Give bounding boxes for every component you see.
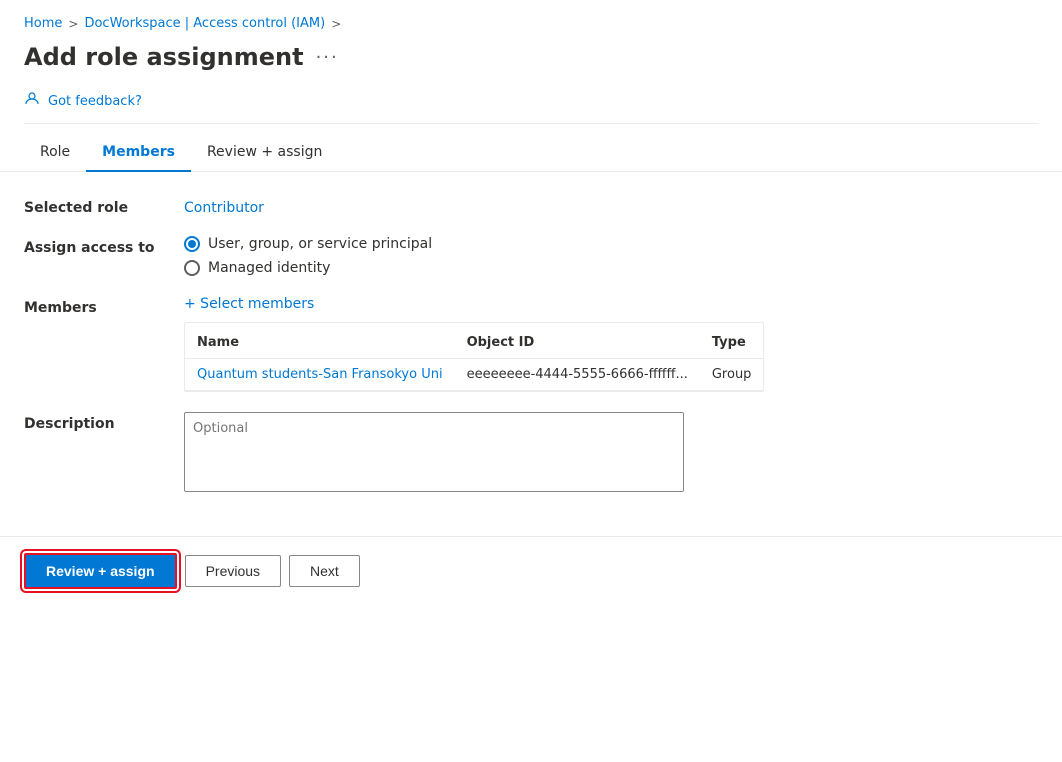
members-table: Name Object ID Type Quantum students-San… [185, 327, 763, 391]
tab-members[interactable]: Members [86, 136, 191, 172]
selected-role-row: Selected role Contributor [24, 196, 1038, 216]
selected-role-value: Contributor [184, 196, 264, 216]
breadcrumb-workspace[interactable]: DocWorkspace | Access control (IAM) [84, 16, 325, 31]
selected-role-label: Selected role [24, 196, 184, 216]
member-object-id: eeeeeeee-4444-5555-6666-ffffff... [455, 359, 700, 391]
tabs-bar: Role Members Review + assign [0, 124, 1062, 172]
feedback-bar[interactable]: Got feedback? [0, 83, 1062, 123]
feedback-icon [24, 91, 40, 111]
radio-text-user: User, group, or service principal [208, 236, 432, 252]
col-header-object-id: Object ID [455, 327, 700, 359]
assign-access-label: Assign access to [24, 236, 184, 256]
table-row: Quantum students-San Fransokyo Uni eeeee… [185, 359, 763, 391]
radio-managed-identity[interactable]: Managed identity [184, 260, 432, 276]
radio-group: User, group, or service principal Manage… [184, 236, 432, 276]
radio-circle-user [184, 236, 200, 252]
page-title: Add role assignment [24, 43, 304, 71]
members-section: + Select members Name Object ID Type [184, 296, 764, 392]
footer-bar: Review + assign Previous Next [0, 536, 1062, 605]
tab-review-assign[interactable]: Review + assign [191, 136, 338, 172]
members-table-wrapper: Name Object ID Type Quantum students-San… [184, 322, 764, 392]
member-name: Quantum students-San Fransokyo Uni [185, 359, 455, 391]
members-row: Members + Select members Name Object ID … [24, 296, 1038, 392]
page-container: Home > DocWorkspace | Access control (IA… [0, 0, 1062, 762]
page-header: Add role assignment ··· [0, 39, 1062, 83]
tab-role[interactable]: Role [24, 136, 86, 172]
breadcrumb-home[interactable]: Home [24, 16, 62, 31]
col-header-name: Name [185, 327, 455, 359]
assign-access-row: Assign access to User, group, or service… [24, 236, 1038, 276]
description-label: Description [24, 412, 184, 432]
col-header-type: Type [700, 327, 764, 359]
review-assign-button[interactable]: Review + assign [24, 553, 177, 589]
select-members-link[interactable]: + Select members [184, 296, 764, 312]
member-type: Group [700, 359, 764, 391]
description-row: Description [24, 412, 1038, 492]
breadcrumb: Home > DocWorkspace | Access control (IA… [0, 0, 1062, 39]
description-input[interactable] [184, 412, 684, 492]
radio-label-user: User, group, or service principal [208, 236, 432, 252]
breadcrumb-sep1: > [68, 17, 78, 31]
content-area: Selected role Contributor Assign access … [0, 172, 1062, 528]
previous-button[interactable]: Previous [185, 555, 281, 587]
breadcrumb-sep2: > [331, 17, 341, 31]
radio-user-group[interactable]: User, group, or service principal [184, 236, 432, 252]
more-options-icon[interactable]: ··· [316, 47, 339, 68]
table-header-row: Name Object ID Type [185, 327, 763, 359]
radio-circle-managed [184, 260, 200, 276]
next-button[interactable]: Next [289, 555, 360, 587]
members-label: Members [24, 296, 184, 316]
radio-label-managed: Managed identity [208, 260, 330, 276]
feedback-label: Got feedback? [48, 94, 142, 109]
